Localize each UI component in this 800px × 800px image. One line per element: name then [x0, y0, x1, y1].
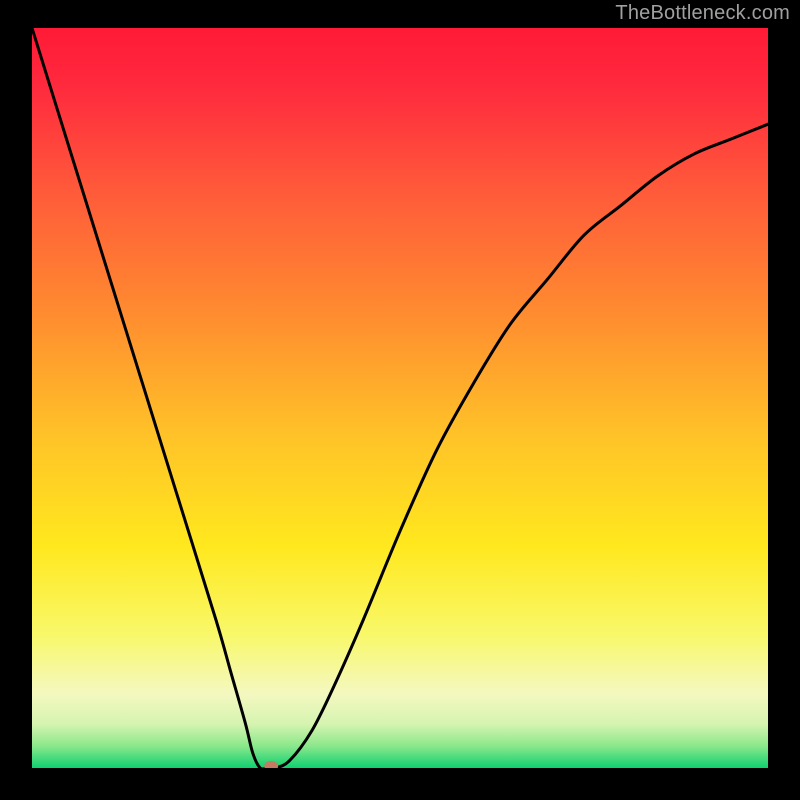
chart-frame: TheBottleneck.com: [0, 0, 800, 800]
plot-area: [32, 28, 768, 768]
watermark-label: TheBottleneck.com: [615, 2, 790, 25]
bottleneck-chart: [32, 28, 768, 768]
gradient-background: [32, 28, 768, 768]
